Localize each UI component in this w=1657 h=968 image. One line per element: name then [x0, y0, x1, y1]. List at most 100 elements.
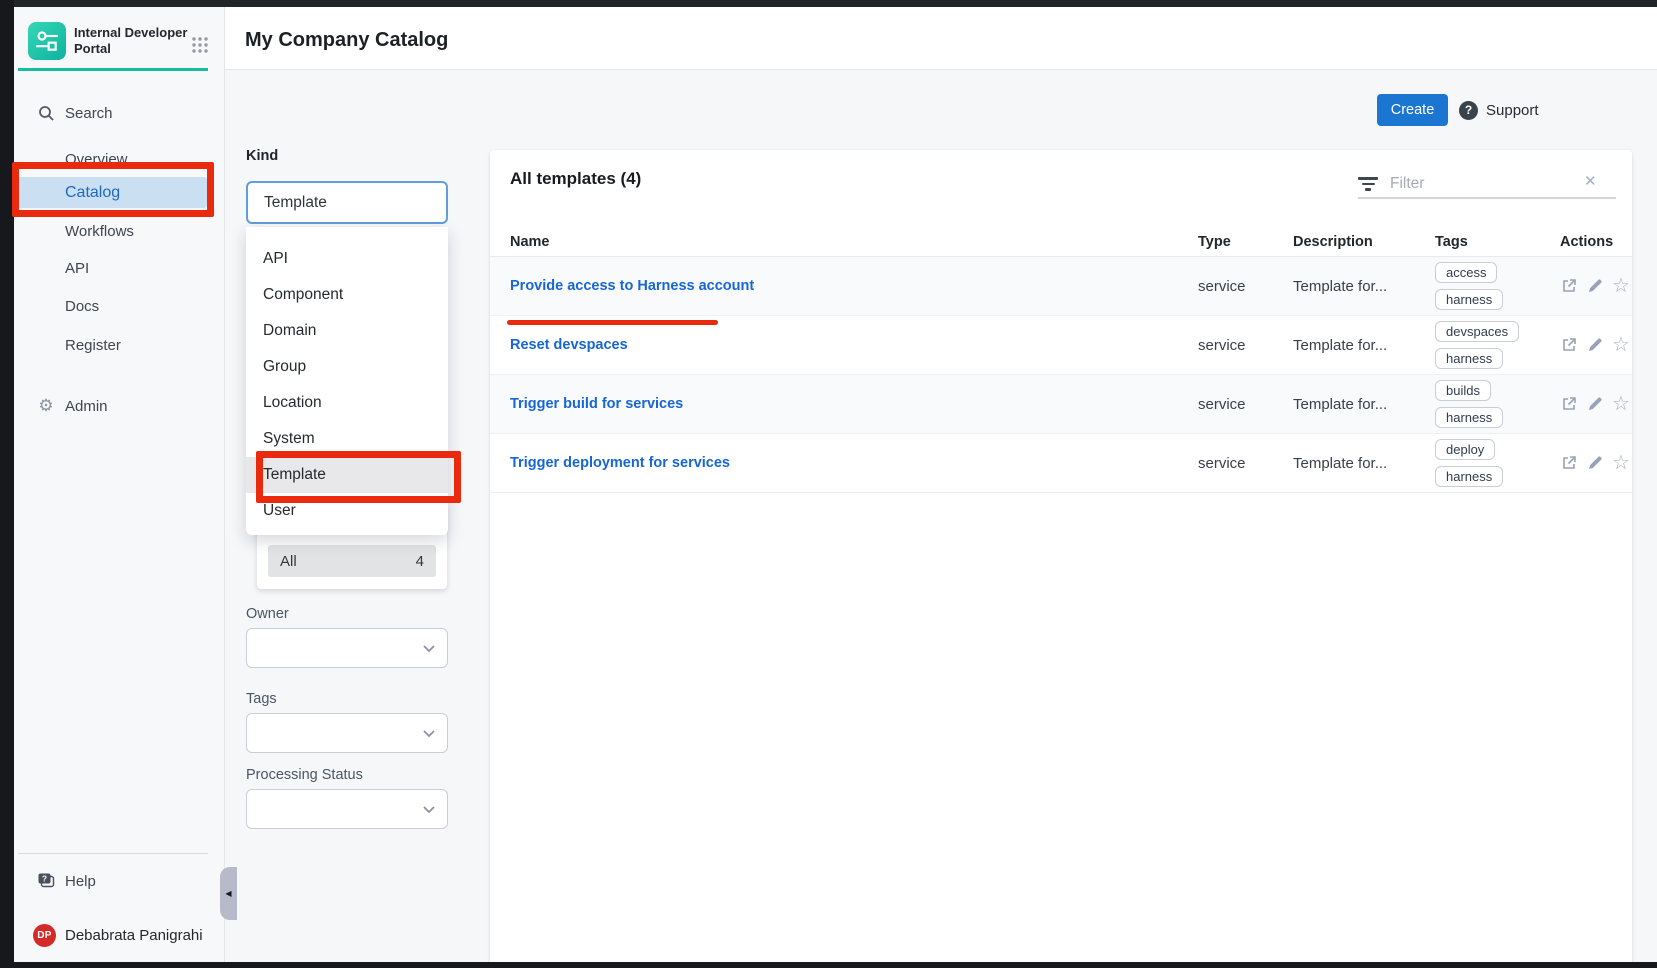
- support-button[interactable]: ? Support: [1459, 94, 1539, 126]
- edit-pencil-icon[interactable]: [1586, 454, 1604, 472]
- user-name: Debabrata Panigrahi: [65, 927, 203, 944]
- edit-pencil-icon[interactable]: [1586, 395, 1604, 413]
- column-header-tags: Tags: [1435, 234, 1560, 250]
- row-type: service: [1198, 337, 1293, 354]
- processing-status-label: Processing Status: [246, 767, 363, 783]
- brand-title: Internal Developer Portal: [74, 25, 187, 57]
- open-in-new-icon[interactable]: [1560, 395, 1578, 413]
- star-icon[interactable]: ☆: [1612, 395, 1630, 413]
- owner-label: Owner: [246, 606, 289, 622]
- template-link[interactable]: Provide access to Harness account: [510, 278, 754, 294]
- open-in-new-icon[interactable]: [1560, 336, 1578, 354]
- kind-option-location[interactable]: Location: [246, 385, 448, 421]
- edit-pencil-icon[interactable]: [1586, 336, 1604, 354]
- support-label: Support: [1486, 102, 1539, 119]
- window-edge-top: [0, 0, 1657, 7]
- kind-label: Kind: [246, 148, 278, 164]
- row-type: service: [1198, 278, 1293, 295]
- sidebar-item-admin[interactable]: ⚙ Admin: [14, 391, 225, 421]
- star-icon[interactable]: ☆: [1612, 454, 1630, 472]
- search-icon: [36, 103, 56, 123]
- column-header-description: Description: [1293, 234, 1435, 250]
- kind-select-value: Template: [264, 194, 327, 212]
- sidebar-item-api[interactable]: API: [14, 253, 225, 283]
- tag-chip[interactable]: devspaces: [1435, 321, 1519, 342]
- tag-chip[interactable]: harness: [1435, 289, 1503, 310]
- filter-underline: [1358, 197, 1616, 199]
- collapse-arrow-icon: ◀: [225, 889, 231, 898]
- tag-chip[interactable]: builds: [1435, 380, 1491, 401]
- page-title: My Company Catalog: [245, 29, 448, 52]
- table-header-row: Name Type Description Tags Actions: [490, 228, 1632, 257]
- sidebar-item-catalog[interactable]: Catalog: [17, 177, 207, 208]
- filter-icon: [1358, 177, 1378, 191]
- row-type: service: [1198, 455, 1293, 472]
- kind-select[interactable]: Template: [246, 181, 448, 224]
- sidebar-item-workflows[interactable]: Workflows: [14, 216, 225, 246]
- kind-count-all-row[interactable]: All 4: [268, 545, 436, 577]
- open-in-new-icon[interactable]: [1560, 277, 1578, 295]
- top-header: My Company Catalog: [225, 7, 1657, 70]
- tags-select[interactable]: [246, 713, 448, 753]
- clear-filter-icon[interactable]: ✕: [1584, 172, 1597, 190]
- star-icon[interactable]: ☆: [1612, 277, 1630, 295]
- chevron-down-icon: [423, 645, 435, 653]
- idp-logo-icon: [28, 22, 66, 60]
- owner-select[interactable]: [246, 628, 448, 668]
- row-description: Template for...: [1293, 396, 1435, 413]
- sidebar-collapse-handle[interactable]: ◀: [220, 867, 237, 920]
- sidebar-search[interactable]: Search: [14, 98, 225, 128]
- window-edge-left: [0, 0, 14, 968]
- sidebar-user[interactable]: DP Debabrata Panigrahi: [14, 920, 225, 950]
- svg-text:?: ?: [41, 874, 46, 884]
- kind-option-api[interactable]: API: [246, 241, 448, 277]
- template-link[interactable]: Trigger build for services: [510, 396, 683, 412]
- column-header-name: Name: [510, 234, 1198, 250]
- sidebar-item-overview[interactable]: Overview: [14, 144, 225, 174]
- star-icon[interactable]: ☆: [1612, 336, 1630, 354]
- filter-input[interactable]: [1390, 170, 1570, 198]
- kind-option-component[interactable]: Component: [246, 277, 448, 313]
- edit-pencil-icon[interactable]: [1586, 277, 1604, 295]
- sidebar-item-docs[interactable]: Docs: [14, 291, 225, 321]
- search-label: Search: [65, 105, 113, 122]
- column-header-type: Type: [1198, 234, 1293, 250]
- app-switcher-grid-icon[interactable]: [190, 35, 210, 55]
- chevron-down-icon: [423, 806, 435, 814]
- template-link[interactable]: Reset devspaces: [510, 337, 628, 353]
- create-button[interactable]: Create: [1377, 94, 1448, 126]
- kind-option-domain[interactable]: Domain: [246, 313, 448, 349]
- column-header-actions: Actions: [1560, 234, 1632, 250]
- row-description: Template for...: [1293, 455, 1435, 472]
- tags-filter-label: Tags: [246, 691, 277, 707]
- tag-chip[interactable]: deploy: [1435, 439, 1495, 460]
- sidebar-item-help[interactable]: ? Help: [14, 866, 225, 896]
- table-body: Provide access to Harness account servic…: [490, 257, 1632, 493]
- sidebar-accent-divider: [18, 68, 208, 71]
- kind-option-user[interactable]: User: [246, 493, 448, 529]
- annotation-red-underline: [507, 320, 718, 325]
- table-filter: [1358, 170, 1616, 198]
- kind-option-system[interactable]: System: [246, 421, 448, 457]
- processing-status-select[interactable]: [246, 789, 448, 829]
- sidebar-bottom-divider: [18, 853, 208, 854]
- table-row: Provide access to Harness account servic…: [490, 257, 1632, 316]
- question-circle-icon: ?: [1459, 101, 1478, 120]
- window-edge-bottom: [0, 962, 1657, 968]
- sidebar: Internal Developer Portal Search: [14, 7, 225, 962]
- tag-chip[interactable]: access: [1435, 262, 1497, 283]
- tag-chip[interactable]: harness: [1435, 466, 1503, 487]
- tag-chip[interactable]: harness: [1435, 407, 1503, 428]
- table-row: Trigger deployment for services service …: [490, 434, 1632, 493]
- kind-option-group[interactable]: Group: [246, 349, 448, 385]
- row-description: Template for...: [1293, 278, 1435, 295]
- kind-dropdown-menu: API Component Domain Group Location Syst…: [246, 227, 448, 535]
- tag-chip[interactable]: harness: [1435, 348, 1503, 369]
- row-description: Template for...: [1293, 337, 1435, 354]
- template-link[interactable]: Trigger deployment for services: [510, 455, 730, 471]
- kind-option-template[interactable]: Template: [246, 457, 448, 493]
- kind-count-all-label: All: [280, 553, 297, 570]
- kind-count-all-value: 4: [416, 553, 424, 570]
- sidebar-item-register[interactable]: Register: [14, 330, 225, 360]
- open-in-new-icon[interactable]: [1560, 454, 1578, 472]
